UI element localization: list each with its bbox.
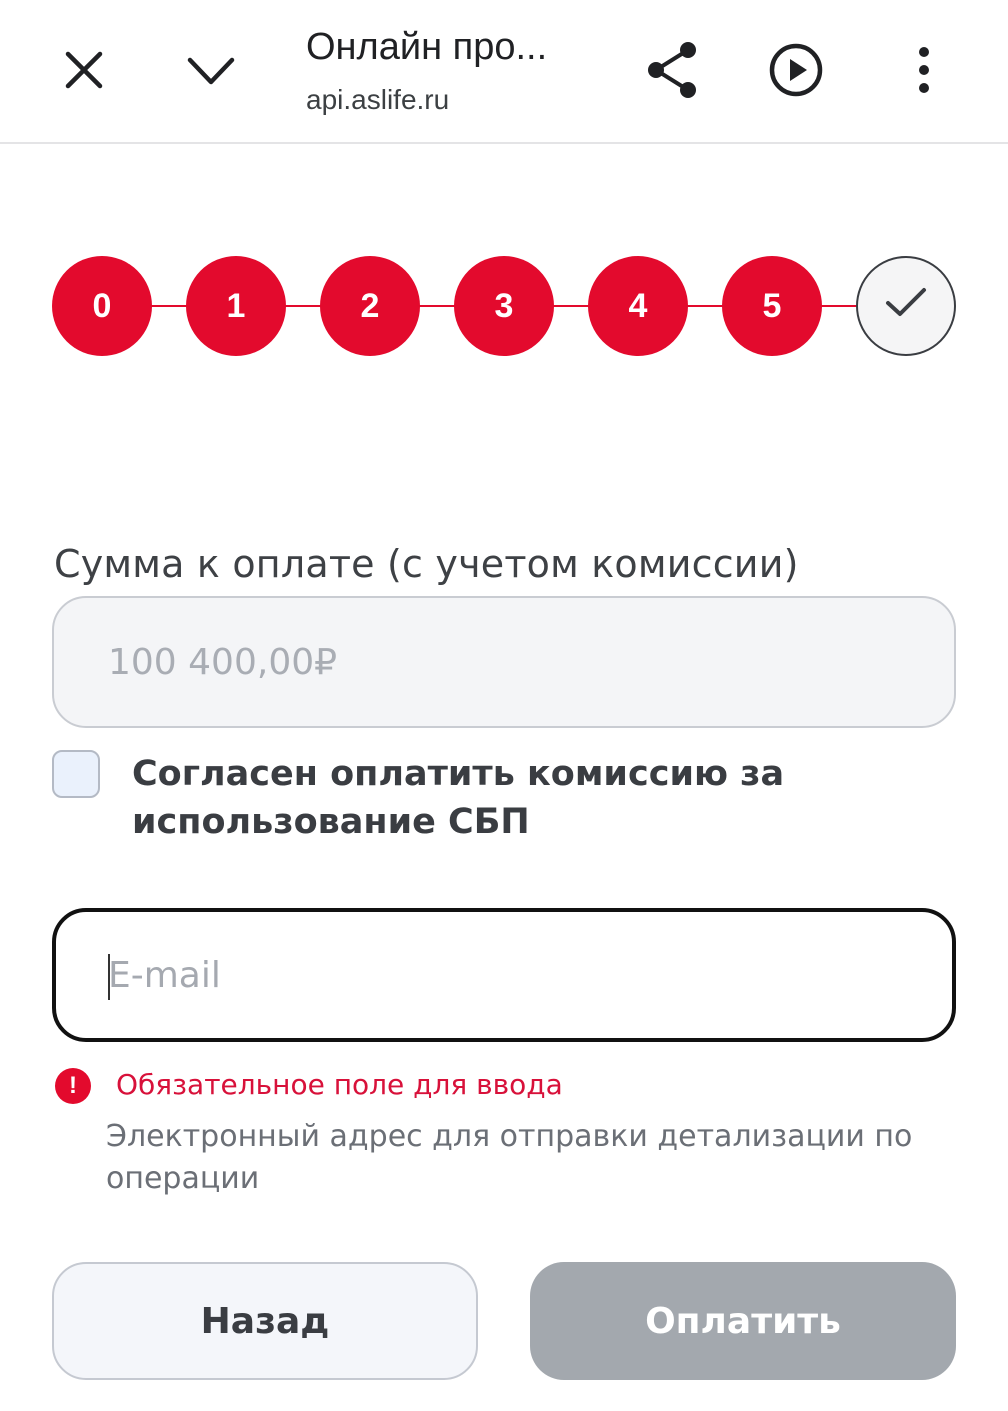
error-icon: ! (55, 1068, 91, 1104)
check-icon (884, 285, 928, 328)
amount-label: Сумма к оплате (с учетом комиссии) (54, 542, 799, 586)
commission-consent-checkbox[interactable] (52, 750, 100, 798)
page-title: Онлайн про... (306, 26, 548, 68)
amount-value: 100 400,00₽ (108, 642, 338, 683)
email-error-message: Обязательное поле для ввода (116, 1068, 563, 1101)
step-3: 3 (454, 256, 554, 356)
step-2: 2 (320, 256, 420, 356)
email-hint: Электронный адрес для отправки детализац… (106, 1119, 913, 1196)
progress-stepper: 0 1 2 3 4 5 (52, 256, 956, 356)
step-1: 1 (186, 256, 286, 356)
amount-field: 100 400,00₽ (52, 596, 956, 728)
browser-top-bar: Онлайн про... api.aslife.ru (0, 0, 1008, 144)
share-icon[interactable] (644, 40, 700, 100)
step-final (856, 256, 956, 356)
back-button[interactable]: Назад (52, 1262, 478, 1380)
commission-consent-label[interactable]: Согласен оплатить комиссию за использова… (132, 750, 832, 846)
step-4: 4 (588, 256, 688, 356)
pay-button[interactable]: Оплатить (530, 1262, 956, 1380)
email-field[interactable] (52, 908, 956, 1042)
step-5: 5 (722, 256, 822, 356)
step-0: 0 (52, 256, 152, 356)
play-icon[interactable] (768, 42, 824, 98)
close-icon[interactable] (60, 46, 108, 94)
email-input[interactable] (108, 940, 888, 1010)
more-vertical-icon[interactable] (908, 46, 940, 94)
chevron-down-icon[interactable] (184, 50, 238, 90)
page-url: api.aslife.ru (306, 84, 450, 115)
